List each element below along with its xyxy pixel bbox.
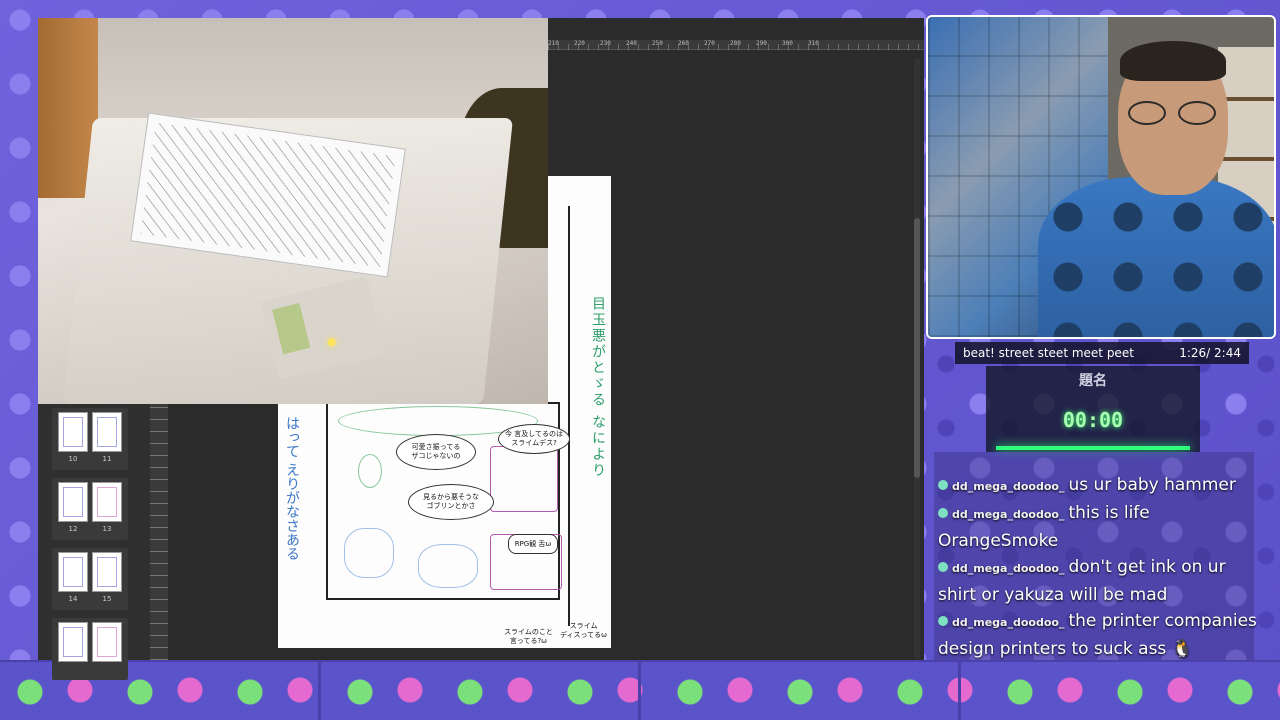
timer-widget: 題名 00:00 — [986, 366, 1200, 452]
page-thumbnail[interactable] — [92, 482, 122, 522]
bottom-divider — [958, 660, 961, 720]
ruler-label: 250 — [652, 40, 663, 47]
page-thumbnail[interactable] — [58, 552, 88, 592]
page-spread-14-15[interactable]: 14 15 — [52, 548, 128, 610]
user-badge-icon — [938, 562, 948, 572]
scrollbar-thumb[interactable] — [914, 218, 920, 478]
page-number: 13 — [102, 525, 112, 533]
chat-message: dd_mega_doodoo_ don't get ink on ur shirt… — [938, 554, 1258, 608]
page-number: 10 — [68, 455, 78, 463]
streamer-hair — [1120, 41, 1226, 81]
horizontal-ruler: 210 220 230 240 250 260 270 280 290 300 … — [548, 40, 924, 50]
ruler-label: 240 — [626, 40, 637, 47]
speech-bubble: RPG観 舌ω — [508, 534, 558, 554]
user-badge-icon — [938, 616, 948, 626]
page-thumbnail[interactable] — [58, 482, 88, 522]
chat-message: dd_mega_doodoo_ us ur baby hammer — [938, 472, 1258, 500]
streamer-webcam — [926, 15, 1276, 339]
ruler-label: 280 — [730, 40, 741, 47]
goblin-sketch — [344, 528, 394, 578]
page-thumbnail[interactable] — [92, 552, 122, 592]
chat-overlay: dd_mega_doodoo_ us ur baby hammer dd_mega… — [938, 472, 1258, 662]
blue-handwritten-note: はって えりがなさある — [284, 416, 300, 561]
caption-text: スライム ディスってるω — [560, 622, 608, 639]
page-thumbnail[interactable] — [58, 412, 88, 452]
manga-panel-frame: 可愛さ振ってる ザコじゃないの 今 言及してるのは スライムデス? 見るから悪そ… — [326, 402, 570, 600]
now-playing-bar: beat! street steet meet peet 1:26/ 2:44 — [955, 342, 1249, 364]
printer-led — [326, 337, 337, 348]
ruler-label: 300 — [782, 40, 793, 47]
page-number: 15 — [102, 595, 112, 603]
page-spread-12-13[interactable]: 12 13 — [52, 478, 128, 540]
speech-bubble: 今 言及してるのは スライムデス? — [498, 424, 570, 454]
song-time: 1:26/ 2:44 — [1179, 346, 1241, 360]
chat-username: dd_mega_doodoo_ — [952, 480, 1065, 493]
timer-value: 00:00 — [1062, 408, 1124, 432]
printer-webcam — [38, 18, 548, 404]
page-thumbnail-panel: 10 11 12 13 14 15 — [38, 404, 168, 680]
patterned-shirt — [1038, 177, 1274, 337]
speech-bubble: 可愛さ振ってる ザコじゃないの — [396, 434, 476, 470]
chat-text: us ur baby hammer — [1068, 475, 1236, 495]
page-thumbnail[interactable] — [92, 622, 122, 662]
glasses-lens — [1128, 101, 1166, 125]
vertical-scrollbar[interactable] — [914, 58, 920, 658]
ruler-label: 260 — [678, 40, 689, 47]
character-sketch — [418, 544, 478, 588]
user-badge-icon — [938, 480, 948, 490]
ruler-label: 290 — [756, 40, 767, 47]
glasses-lens — [1178, 101, 1216, 125]
vertical-ruler — [150, 404, 168, 660]
chat-message: dd_mega_doodoo_ the printer companies des… — [938, 608, 1258, 662]
printer-lcd — [272, 303, 311, 355]
ruler-label: 210 — [548, 40, 559, 47]
page-spread-10-11[interactable]: 10 11 — [52, 408, 128, 470]
speech-bubble: 見るから悪そうな ゴブリンとかさ — [408, 484, 494, 520]
fairy-sketch — [358, 454, 382, 488]
bottom-divider — [638, 660, 641, 720]
bottom-divider — [318, 660, 321, 720]
chat-message: dd_mega_doodoo_ this is life OrangeSmoke — [938, 500, 1258, 554]
song-title: beat! street steet meet peet — [963, 346, 1134, 360]
page-number: 14 — [68, 595, 78, 603]
ruler-label: 310 — [808, 40, 819, 47]
chat-username: dd_mega_doodoo_ — [952, 562, 1065, 575]
ruler-label: 230 — [600, 40, 611, 47]
timer-title: 題名 — [1079, 373, 1107, 389]
user-badge-icon — [938, 508, 948, 518]
ruler-label: 270 — [704, 40, 715, 47]
page-number: 11 — [102, 455, 112, 463]
chat-username: dd_mega_doodoo_ — [952, 616, 1065, 629]
page-spread-16-17[interactable] — [52, 618, 128, 680]
page-thumbnail[interactable] — [92, 412, 122, 452]
green-handwritten-note: 目玉悪がとゞる なにより — [590, 296, 606, 479]
glasses — [1124, 101, 1224, 127]
ruler-label: 220 — [574, 40, 585, 47]
page-thumbnail[interactable] — [58, 622, 88, 662]
chat-username: dd_mega_doodoo_ — [952, 508, 1065, 521]
page-frame-line — [568, 206, 570, 626]
caption-text: スライムのこと 言ってる?ω — [504, 628, 553, 645]
slime-panel — [490, 446, 558, 512]
timer-glow-bar — [996, 446, 1190, 450]
page-number: 12 — [68, 525, 78, 533]
